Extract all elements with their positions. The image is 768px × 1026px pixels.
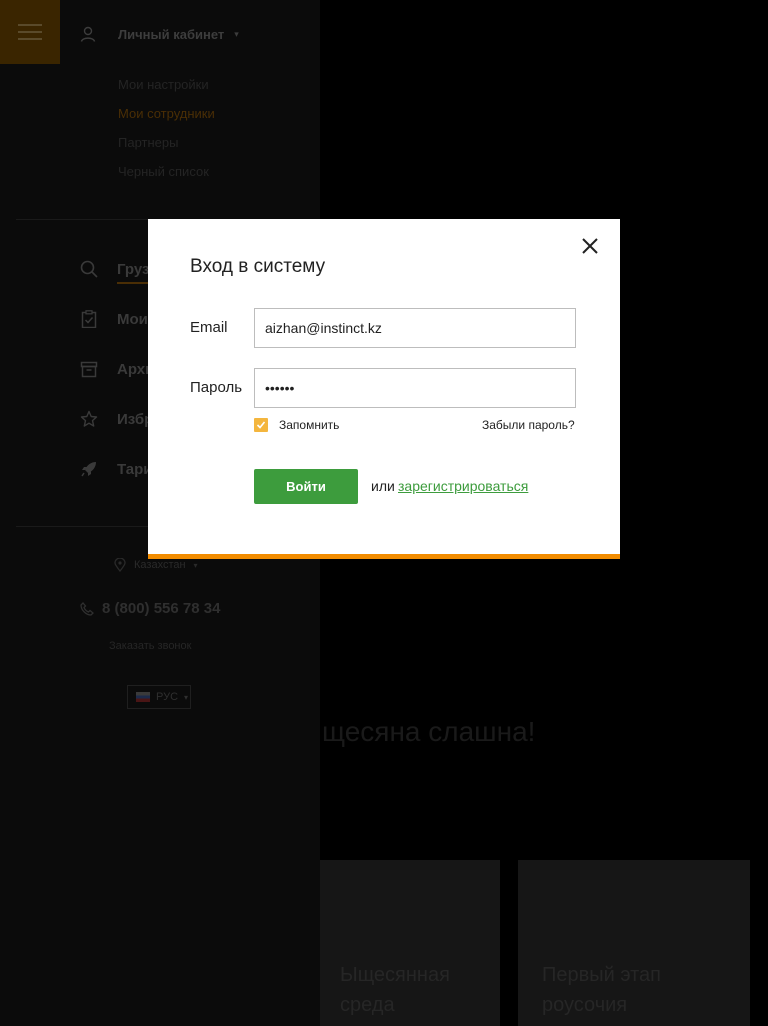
close-icon[interactable]	[580, 236, 600, 256]
country-label: Казахстан	[134, 559, 186, 571]
modal-title: Вход в систему	[190, 256, 326, 277]
search-icon	[80, 260, 98, 278]
submenu-item-blacklist[interactable]: Черный список	[118, 163, 215, 192]
submenu-item-employees[interactable]: Мои сотрудники	[118, 105, 215, 134]
cabinet-submenu: Мои настройки Мои сотрудники Партнеры Че…	[118, 76, 215, 192]
cabinet-label: Личный кабинет	[118, 26, 225, 42]
user-icon	[80, 26, 96, 42]
active-indicator	[117, 282, 149, 284]
login-modal: Вход в систему Email Пароль Запомнить За…	[148, 219, 620, 559]
bg-card-title: Первый этап роусочия	[542, 964, 662, 1016]
chevron-down-icon: ▾	[184, 692, 189, 702]
checkbox-checked-icon	[254, 418, 268, 432]
cabinet-menu[interactable]: Личный кабинет ▾	[80, 24, 239, 44]
phone-icon	[80, 601, 94, 616]
burger-line	[18, 31, 42, 33]
remember-checkbox[interactable]: Запомнить	[254, 418, 339, 432]
russia-flag-icon	[136, 692, 150, 702]
or-text: или	[371, 478, 395, 494]
chevron-down-icon: ▾	[193, 560, 198, 570]
sidebar-item-my[interactable]: Мои	[80, 308, 148, 330]
language-selector[interactable]: РУС ▾	[127, 685, 191, 709]
country-selector[interactable]: Казахстан ▾	[114, 558, 198, 572]
bg-section-heading: щесяна слашна!	[322, 716, 536, 747]
star-icon	[80, 410, 98, 427]
remember-label: Запомнить	[279, 418, 340, 432]
language-label: РУС	[156, 691, 179, 703]
menu-toggle-button[interactable]	[0, 0, 60, 64]
submenu-item-settings[interactable]: Мои настройки	[118, 76, 215, 105]
login-button[interactable]: Войти	[254, 469, 358, 504]
bg-card-title: Ыщесянная среда	[340, 964, 450, 1016]
bg-card: Ыщесянная среда	[320, 860, 500, 1026]
archive-icon	[80, 361, 98, 378]
location-pin-icon	[114, 558, 126, 572]
callback-link[interactable]: Заказать звонок	[109, 640, 191, 652]
burger-line	[18, 24, 42, 26]
clipboard-icon	[81, 310, 97, 328]
rocket-icon	[81, 462, 96, 477]
chevron-down-icon: ▾	[234, 28, 239, 39]
phone-label: 8 (800) 556 78 34	[102, 600, 221, 617]
forgot-password-link[interactable]: Забыли пароль?	[482, 418, 575, 432]
email-field[interactable]	[254, 308, 576, 348]
register-link[interactable]: зарегистрироваться	[398, 478, 528, 494]
burger-line	[18, 38, 42, 40]
password-field[interactable]	[254, 368, 576, 408]
bg-card: Первый этап роусочия	[518, 860, 750, 1026]
submenu-item-partners[interactable]: Партнеры	[118, 134, 215, 163]
password-label: Пароль	[190, 379, 243, 396]
phone-number[interactable]: 8 (800) 556 78 34	[80, 600, 220, 617]
sidebar-item-label: Мои	[117, 310, 148, 328]
email-label: Email	[190, 319, 228, 336]
